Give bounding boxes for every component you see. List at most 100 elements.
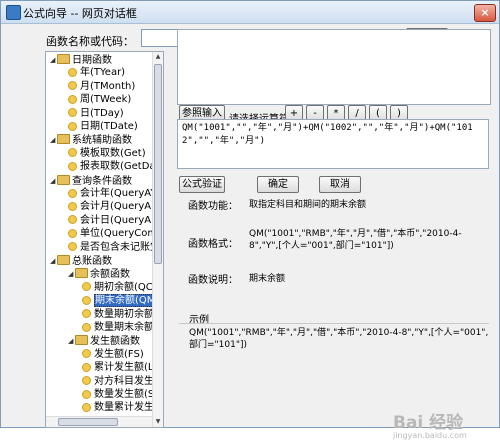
tree-node-label: 日(TDay) bbox=[80, 107, 124, 119]
function-icon bbox=[82, 402, 91, 412]
tree-node-label: 年(TYear) bbox=[80, 67, 126, 79]
ok-button[interactable]: 确定 bbox=[257, 176, 299, 193]
expand-arrow-icon[interactable]: ◢ bbox=[50, 54, 57, 66]
tree-item[interactable]: 发生额(FS) bbox=[82, 349, 144, 361]
function-icon bbox=[82, 309, 91, 319]
tree-node-label: 期末余额(QM) bbox=[94, 294, 161, 308]
folder-icon bbox=[57, 255, 70, 265]
tree-horizontal-scrollbar[interactable] bbox=[46, 416, 152, 427]
tree-node-label: 查询条件函数 bbox=[72, 175, 132, 187]
expression-area[interactable] bbox=[177, 29, 491, 105]
function-icon bbox=[82, 322, 91, 332]
tree-item[interactable]: 是否包含未记账凭证 bbox=[68, 242, 163, 254]
function-icon bbox=[68, 148, 77, 158]
title-bar[interactable]: 公式向导 -- 网页对话框 × bbox=[1, 1, 499, 24]
tree-item[interactable]: 年(TYear) bbox=[68, 67, 125, 79]
tree-folder[interactable]: ◢ 系统辅助函数 bbox=[50, 134, 132, 146]
folder-icon bbox=[75, 268, 88, 279]
tree-node-label: 模板取数(Get) bbox=[80, 147, 146, 159]
function-icon bbox=[68, 201, 77, 211]
tree-folder[interactable]: ◢ 日期函数 bbox=[50, 54, 112, 66]
cancel-button[interactable]: 取消 bbox=[319, 176, 361, 193]
tree-node-label: 余额函数 bbox=[90, 269, 130, 281]
function-icon bbox=[82, 295, 91, 305]
app-icon bbox=[6, 5, 21, 20]
func-value: 取指定科目和期间的期末余额 bbox=[249, 200, 367, 210]
tree-node-label: 发生额(FS) bbox=[94, 348, 144, 360]
scroll-up-arrow-icon[interactable]: ▲ bbox=[153, 52, 163, 62]
tree-folder[interactable]: ◢ 查询条件函数 bbox=[50, 174, 132, 187]
function-icon bbox=[68, 161, 77, 171]
expand-arrow-icon[interactable]: ◢ bbox=[68, 335, 75, 347]
tree-item[interactable]: 单位(QueryCom) bbox=[68, 228, 161, 240]
tree-node-label: 单位(QueryCom) bbox=[80, 228, 162, 240]
dialog-window: 公式向导 -- 网页对话框 × 函数名称或代码： 查找 ◢日期函数年(TYear… bbox=[0, 0, 500, 440]
watermark-sub: jingyan.baidu.com bbox=[393, 431, 467, 440]
tree-item[interactable]: 日(TDay) bbox=[68, 108, 124, 120]
tree-item[interactable]: 月(TMonth) bbox=[68, 81, 135, 93]
tree-item[interactable]: 会计月(QueryAMonth) bbox=[68, 201, 163, 213]
function-icon bbox=[68, 67, 77, 77]
tree-folder[interactable]: ◢ 总账函数 bbox=[50, 255, 112, 267]
tree-item[interactable]: 会计年(QueryAYear) bbox=[68, 188, 163, 200]
window-title: 公式向导 -- 网页对话框 bbox=[23, 7, 137, 20]
tree-node-label: 日期函数 bbox=[72, 55, 112, 66]
tree-folder[interactable]: ◢ 发生额函数 bbox=[68, 335, 140, 347]
horizontal-scroll-thumb[interactable] bbox=[58, 418, 118, 426]
example-value: QM("1001","RMB","年","月","借","本币","2010-4… bbox=[189, 328, 489, 350]
tree-item[interactable]: 期末余额(QM) bbox=[82, 294, 161, 308]
expand-arrow-icon[interactable]: ◢ bbox=[50, 255, 57, 267]
watermark-logo: Bai 经验 jingyan.baidu.com bbox=[393, 408, 467, 440]
tree-item[interactable]: 日期(TDate) bbox=[68, 121, 138, 133]
function-icon bbox=[68, 81, 77, 91]
function-icon bbox=[82, 362, 91, 372]
tree-node-label: 总账函数 bbox=[72, 256, 112, 267]
function-icon bbox=[82, 389, 91, 399]
desc-value: 期末余额 bbox=[249, 274, 286, 284]
expand-arrow-icon[interactable]: ◢ bbox=[50, 134, 57, 146]
function-icon bbox=[82, 349, 91, 359]
function-icon bbox=[68, 121, 77, 131]
function-icon bbox=[68, 108, 77, 118]
tree-item[interactable]: 周(TWeek) bbox=[68, 94, 131, 106]
format-label: 函数格式： bbox=[188, 239, 238, 250]
format-value: QM("1001","RMB","年","月","借","本币","2010-4… bbox=[249, 229, 462, 251]
function-icon bbox=[82, 282, 91, 292]
folder-icon bbox=[75, 335, 88, 346]
tree-item[interactable]: 报表取数(GetData) bbox=[68, 161, 163, 173]
dialog-body: 函数名称或代码： 查找 ◢日期函数年(TYear)月(TMonth)周(TWee… bbox=[1, 24, 499, 440]
tree-item[interactable]: 模板取数(Get) bbox=[68, 148, 146, 160]
search-label: 函数名称或代码： bbox=[46, 35, 134, 48]
tree-item[interactable]: 期初余额(QC) bbox=[82, 282, 157, 294]
function-icon bbox=[68, 215, 77, 225]
expand-arrow-icon[interactable]: ◢ bbox=[68, 268, 75, 280]
desc-label: 函数说明： bbox=[188, 275, 238, 286]
scroll-thumb[interactable] bbox=[154, 64, 162, 264]
tree-vertical-scrollbar[interactable]: ▲ ▼ bbox=[152, 52, 163, 427]
tree-node-label: 发生额函数 bbox=[90, 336, 140, 348]
function-tree[interactable]: ◢ 日期函数 年(TYear) 月(TMonth) 周(TWeek) 日(TDay) 日期(… bbox=[45, 51, 164, 428]
verify-button[interactable]: 公式验证 bbox=[179, 176, 225, 193]
function-icon bbox=[68, 94, 77, 104]
function-icon bbox=[68, 188, 77, 198]
func-label: 函数功能： bbox=[188, 201, 238, 212]
folder-icon bbox=[57, 174, 70, 185]
close-button[interactable]: × bbox=[474, 4, 496, 22]
function-icon bbox=[68, 228, 77, 238]
tree-node-label: 期初余额(QC) bbox=[94, 281, 157, 293]
tree-item[interactable]: 会计日(QueryADay) bbox=[68, 215, 163, 227]
expand-arrow-icon[interactable]: ◢ bbox=[50, 175, 57, 187]
tree-node-label: 周(TWeek) bbox=[80, 94, 132, 106]
tree-node-label: 系统辅助函数 bbox=[72, 135, 132, 147]
tree-node-label: 月(TMonth) bbox=[80, 80, 136, 92]
scroll-down-arrow-icon[interactable]: ▼ bbox=[153, 417, 163, 427]
function-icon bbox=[68, 242, 77, 252]
example-divider bbox=[179, 323, 489, 324]
folder-icon bbox=[57, 134, 70, 145]
folder-icon bbox=[57, 54, 70, 64]
tree-folder[interactable]: ◢ 余额函数 bbox=[68, 268, 130, 280]
tree-node-label: 日期(TDate) bbox=[80, 121, 138, 132]
formula-input[interactable]: QM("1001","","年","月")+QM("1002","","年","… bbox=[177, 119, 489, 169]
function-icon bbox=[82, 376, 91, 386]
watermark-text: Bai 经验 bbox=[393, 413, 464, 433]
